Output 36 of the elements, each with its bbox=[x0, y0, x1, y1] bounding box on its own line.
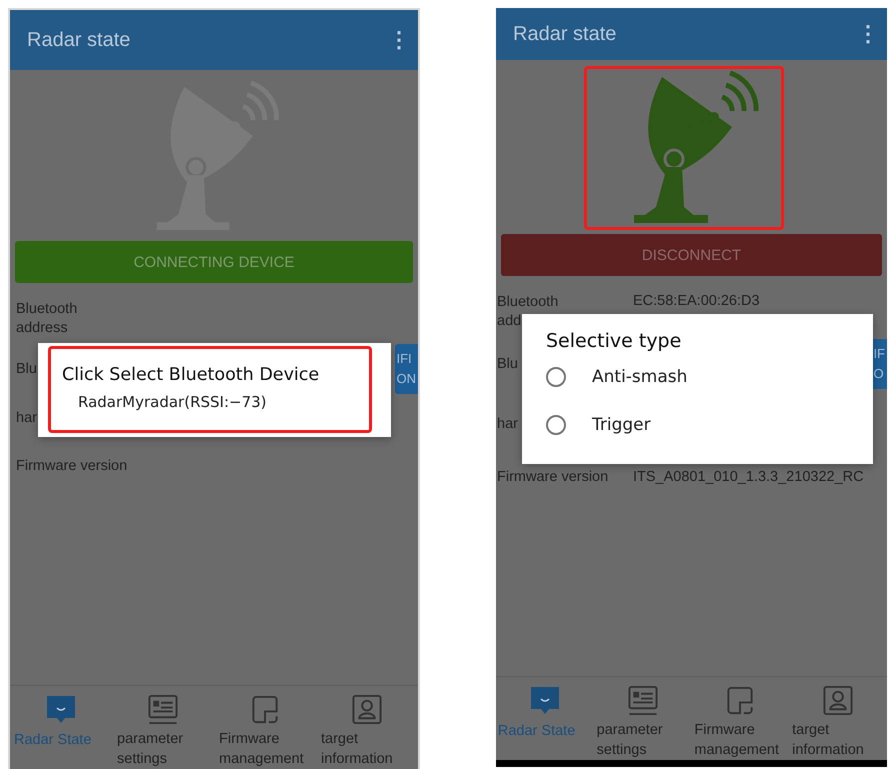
wifi-button[interactable]: IFI ON bbox=[394, 344, 418, 394]
connection-button[interactable]: CONNECTING DEVICE bbox=[15, 241, 413, 283]
id-card-icon bbox=[146, 694, 180, 725]
dialog-title: Selective type bbox=[546, 330, 682, 352]
info-label: Firmware version bbox=[16, 456, 128, 476]
nav-tab[interactable]: parameter settings bbox=[112, 694, 214, 769]
app-title: Radar state bbox=[513, 22, 616, 46]
overflow-menu-button[interactable]: ⋮ bbox=[857, 21, 879, 47]
radio-option[interactable]: Trigger bbox=[546, 402, 849, 448]
info-label: har bbox=[497, 414, 518, 434]
info-label: Bluetooth add bbox=[497, 293, 558, 331]
nav-tab[interactable]: Firmware management bbox=[214, 694, 316, 769]
overflow-menu-button[interactable]: ⋮ bbox=[388, 27, 410, 53]
user-profile-icon bbox=[821, 685, 856, 716]
info-label: har bbox=[16, 408, 37, 428]
info-label: Firmware version bbox=[497, 468, 608, 486]
nav-tab[interactable]: Firmware management bbox=[692, 685, 790, 760]
info-value: ITS_A0801_010_1.3.3_210322_RC bbox=[633, 468, 864, 486]
info-label: Blu bbox=[16, 360, 37, 378]
device-item[interactable]: RadarMyradar(RSSI:−73) bbox=[78, 393, 367, 411]
id-card-icon bbox=[626, 685, 660, 716]
nav-tab[interactable]: Radar State bbox=[10, 694, 112, 769]
radio-icon[interactable] bbox=[546, 415, 566, 435]
info-label: Bluetooth address bbox=[16, 300, 78, 338]
nav-tab[interactable]: target information bbox=[789, 685, 887, 760]
dialog-title: Click Select Bluetooth Device bbox=[62, 365, 320, 385]
nav-tab[interactable]: Radar State bbox=[496, 685, 594, 760]
app-title: Radar state bbox=[27, 28, 130, 52]
radio-icon[interactable] bbox=[546, 367, 566, 387]
user-profile-icon bbox=[350, 694, 384, 725]
nav-tab[interactable]: parameter settings bbox=[594, 685, 692, 760]
nav-tab[interactable]: target information bbox=[316, 694, 418, 769]
info-value: EC:58:EA:00:26:D3 bbox=[633, 292, 760, 311]
connection-button[interactable]: DISCONNECT bbox=[501, 234, 882, 276]
radio-option[interactable]: Anti-smash bbox=[546, 354, 849, 400]
info-label: Blu bbox=[497, 354, 518, 374]
